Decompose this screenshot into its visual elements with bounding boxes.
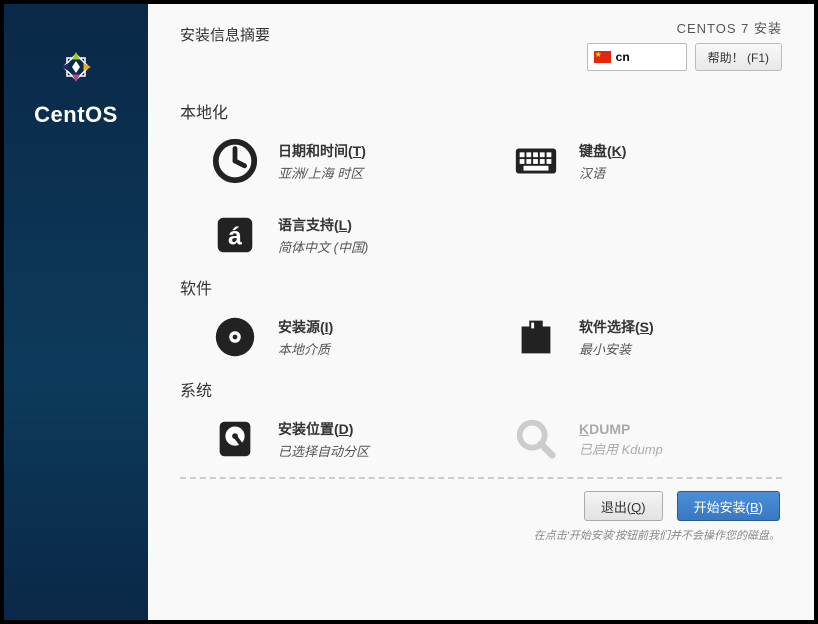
spoke-subtitle: 最小安装 xyxy=(579,339,654,358)
spoke-title: KDUMP xyxy=(579,421,663,437)
package-icon xyxy=(511,312,561,362)
lang-code: cn xyxy=(616,50,630,64)
spoke-keyboard[interactable]: 键盘(K) 汉语 xyxy=(511,133,782,189)
disc-icon xyxy=(210,312,260,362)
spoke-destination[interactable]: 安装位置(D) 已选择自动分区 xyxy=(210,411,481,467)
spoke-grid: 安装位置(D) 已选择自动分区 KDUMP 已启用 Kdump xyxy=(210,411,782,467)
spoke-title: 语言支持(L) xyxy=(278,215,368,235)
keyboard-icon xyxy=(511,136,561,186)
spoke-subtitle: 已启用 Kdump xyxy=(579,439,663,458)
install-label: CENTOS 7 安装 xyxy=(677,18,782,37)
installer-window: CentOS 安装信息摘要 CENTOS 7 安装 cn 帮助！ (F1) 本地… xyxy=(4,4,814,620)
category-header: 软件 xyxy=(180,275,782,299)
spoke-text: 日期和时间(T) 亚洲/上海 时区 xyxy=(278,141,366,182)
category-header: 系统 xyxy=(180,377,782,401)
spoke-text: 语言支持(L) 简体中文 (中国) xyxy=(278,215,368,256)
language-icon xyxy=(210,210,260,260)
page-title: 安装信息摘要 xyxy=(180,24,270,45)
divider xyxy=(180,477,782,479)
spoke-title: 安装源(I) xyxy=(278,317,333,337)
spoke-datetime[interactable]: 日期和时间(T) 亚洲/上海 时区 xyxy=(210,133,481,189)
top-controls: cn 帮助！ (F1) xyxy=(587,43,782,71)
help-button[interactable]: 帮助！ (F1) xyxy=(695,43,782,71)
topbar: 安装信息摘要 CENTOS 7 安装 cn 帮助！ (F1) xyxy=(148,4,814,79)
centos-logo-icon xyxy=(51,42,101,92)
spoke-grid: 安装源(I) 本地介质 软件选择(S) 最小安装 xyxy=(210,309,782,365)
spoke-software[interactable]: 软件选择(S) 最小安装 xyxy=(511,309,782,365)
button-row: 退出(Q) 开始安装(B) xyxy=(584,491,780,521)
spoke-title: 日期和时间(T) xyxy=(278,141,366,161)
footer: 退出(Q) 开始安装(B) 在点击'开始安装'按钮前我们并不会操作您的磁盘。 xyxy=(180,491,782,543)
spoke-title: 键盘(K) xyxy=(579,141,626,161)
flag-icon xyxy=(594,51,611,63)
quit-button[interactable]: 退出(Q) xyxy=(584,491,663,521)
spoke-text: 安装位置(D) 已选择自动分区 xyxy=(278,419,369,460)
category-header: 本地化 xyxy=(180,99,782,123)
language-indicator[interactable]: cn xyxy=(587,43,687,71)
spoke-kdump: KDUMP 已启用 Kdump xyxy=(511,411,782,467)
spoke-text: KDUMP 已启用 Kdump xyxy=(579,421,663,458)
spoke-title: 软件选择(S) xyxy=(579,317,654,337)
main-panel: 安装信息摘要 CENTOS 7 安装 cn 帮助！ (F1) 本地化日期和时间(… xyxy=(148,4,814,620)
spoke-text: 软件选择(S) 最小安装 xyxy=(579,317,654,358)
spoke-title: 安装位置(D) xyxy=(278,419,369,439)
brand-label: CentOS xyxy=(34,102,118,128)
spoke-language[interactable]: 语言支持(L) 简体中文 (中国) xyxy=(210,207,481,263)
clock-icon xyxy=(210,136,260,186)
begin-install-button[interactable]: 开始安装(B) xyxy=(677,491,780,521)
spoke-text: 安装源(I) 本地介质 xyxy=(278,317,333,358)
spoke-subtitle: 简体中文 (中国) xyxy=(278,237,368,256)
spoke-grid: 日期和时间(T) 亚洲/上海 时区 键盘(K) 汉语语言支持(L) 简体中文 (中国) xyxy=(210,133,782,263)
hdd-icon xyxy=(210,414,260,464)
spoke-source[interactable]: 安装源(I) 本地介质 xyxy=(210,309,481,365)
spoke-subtitle: 亚洲/上海 时区 xyxy=(278,163,366,182)
top-right: CENTOS 7 安装 cn 帮助！ (F1) xyxy=(587,18,782,71)
search-icon xyxy=(511,414,561,464)
spoke-subtitle: 本地介质 xyxy=(278,339,333,358)
spoke-text: 键盘(K) 汉语 xyxy=(579,141,626,182)
footer-hint: 在点击'开始安装'按钮前我们并不会操作您的磁盘。 xyxy=(534,527,780,543)
spoke-subtitle: 已选择自动分区 xyxy=(278,441,369,460)
spoke-subtitle: 汉语 xyxy=(579,163,626,182)
sidebar: CentOS xyxy=(4,4,148,620)
content: 本地化日期和时间(T) 亚洲/上海 时区 键盘(K) 汉语语言支持(L) 简体中文 (中… xyxy=(148,79,814,620)
